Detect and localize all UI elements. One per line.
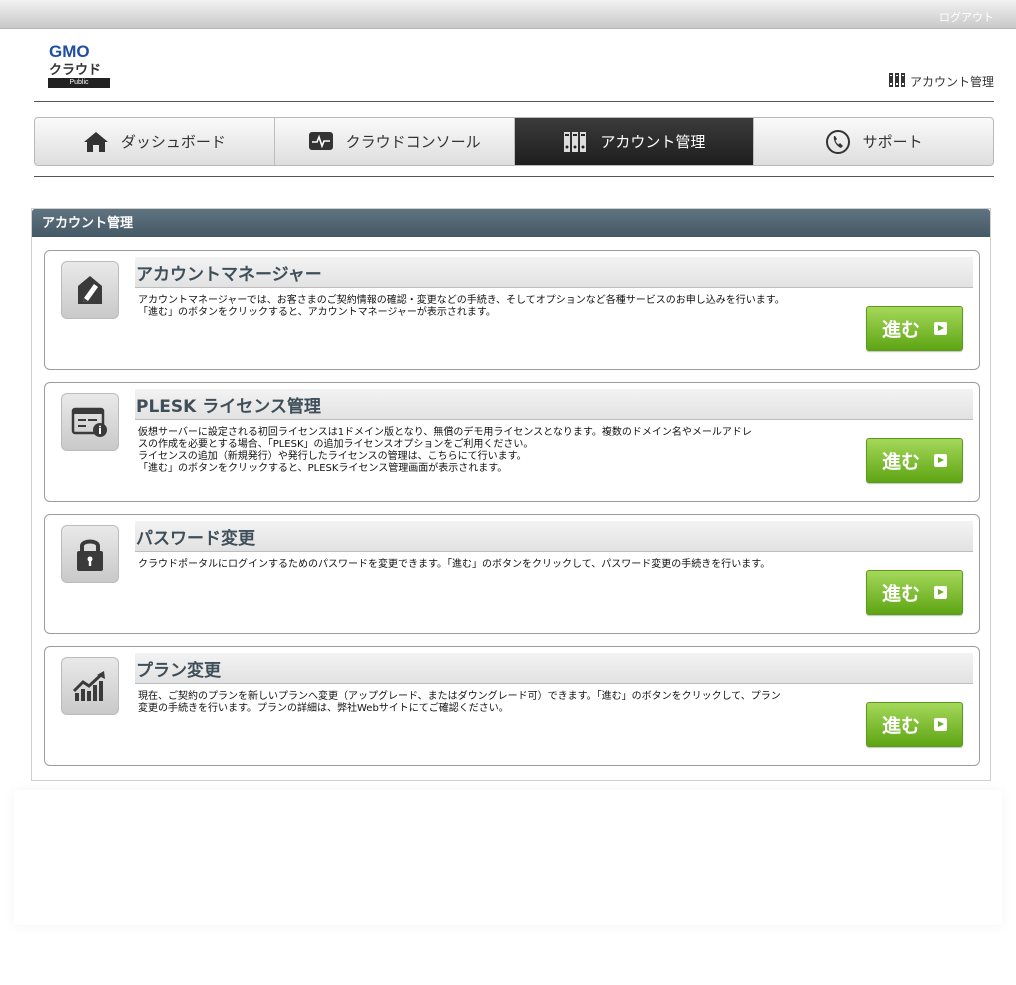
main-nav: ダッシュボード クラウドコンソール アカウント管理 サポート <box>34 117 994 166</box>
card-description: アカウントマネージャーでは、お客さまのご契約情報の確認・変更などの手続き、そして… <box>138 295 785 318</box>
tab-cloud-console[interactable]: クラウドコンソール <box>275 118 515 165</box>
nav-divider <box>34 176 994 177</box>
go-button-plan-change[interactable]: 進む <box>866 702 963 747</box>
go-button-password-change[interactable]: 進む <box>866 570 963 615</box>
header-account-link[interactable]: アカウント管理 <box>888 72 994 91</box>
phone-icon <box>825 129 851 154</box>
card-password-change: パスワード変更 クラウドポータルにログインするためのパスワードを変更できます。「… <box>44 514 980 634</box>
growth-chart-icon <box>61 657 119 715</box>
card-title: パスワード変更 <box>136 529 255 549</box>
tab-dashboard[interactable]: ダッシュボード <box>35 118 275 165</box>
license-card-icon <box>61 393 119 451</box>
tab-account-management[interactable]: アカウント管理 <box>514 118 755 165</box>
home-icon <box>83 131 109 153</box>
monitor-icon <box>308 131 334 153</box>
top-bar: ログアウト <box>0 0 1016 29</box>
arrow-right-icon <box>934 322 947 335</box>
card-description: 仮想サーバーに設定される初回ライセンスは1ドメイン版となり、無償のデモ用ライセン… <box>138 427 752 474</box>
lock-icon <box>61 525 119 583</box>
card-plan-change: プラン変更 現在、ご契約のプランを新しいプランへ変更（アップグレード、またはダウ… <box>44 646 980 766</box>
card-title: アカウントマネージャー <box>136 265 322 285</box>
card-account-manager: アカウントマネージャー アカウントマネージャーでは、お客さまのご契約情報の確認・… <box>44 250 980 370</box>
card-plesk-license: PLESK ライセンス管理 仮想サーバーに設定される初回ライセンスは1ドメイン版… <box>44 382 980 502</box>
panel-title: アカウント管理 <box>32 209 990 237</box>
server-rack-icon <box>888 72 905 91</box>
header-divider <box>34 101 994 102</box>
arrow-right-icon <box>934 718 947 731</box>
arrow-right-icon <box>934 586 947 599</box>
logout-link[interactable]: ログアウト <box>939 9 994 25</box>
tab-cloud-console-label: クラウドコンソール <box>345 133 481 151</box>
server-rack-icon <box>562 131 588 153</box>
card-description: クラウドポータルにログインするためのパスワードを変更できます。「進む」のボタンを… <box>138 559 771 570</box>
logo-product: クラウド <box>49 63 102 78</box>
header-account-label: アカウント管理 <box>909 75 994 89</box>
tab-dashboard-label: ダッシュボード <box>120 133 226 151</box>
card-description: 現在、ご契約のプランを新しいプランへ変更（アップグレード、またはダウングレード可… <box>138 691 781 714</box>
tab-support-label: サポート <box>862 133 923 151</box>
arrow-right-icon <box>934 454 947 467</box>
empty-footer-area <box>14 790 1002 925</box>
go-button-plesk-license[interactable]: 進む <box>866 438 963 483</box>
go-button-account-manager[interactable]: 進む <box>866 306 963 351</box>
account-management-panel: アカウント管理 アカウントマネージャー アカウントマネージャーでは、お客さまのご… <box>31 208 991 781</box>
card-title: PLESK ライセンス管理 <box>136 397 321 417</box>
document-pen-icon <box>61 261 119 319</box>
tab-support[interactable]: サポート <box>754 118 993 165</box>
logo-edition: Public <box>48 78 110 88</box>
gmo-cloud-logo[interactable]: GMO クラウド Public <box>48 42 112 90</box>
tab-account-management-label: アカウント管理 <box>600 133 706 151</box>
card-title: プラン変更 <box>136 661 221 681</box>
